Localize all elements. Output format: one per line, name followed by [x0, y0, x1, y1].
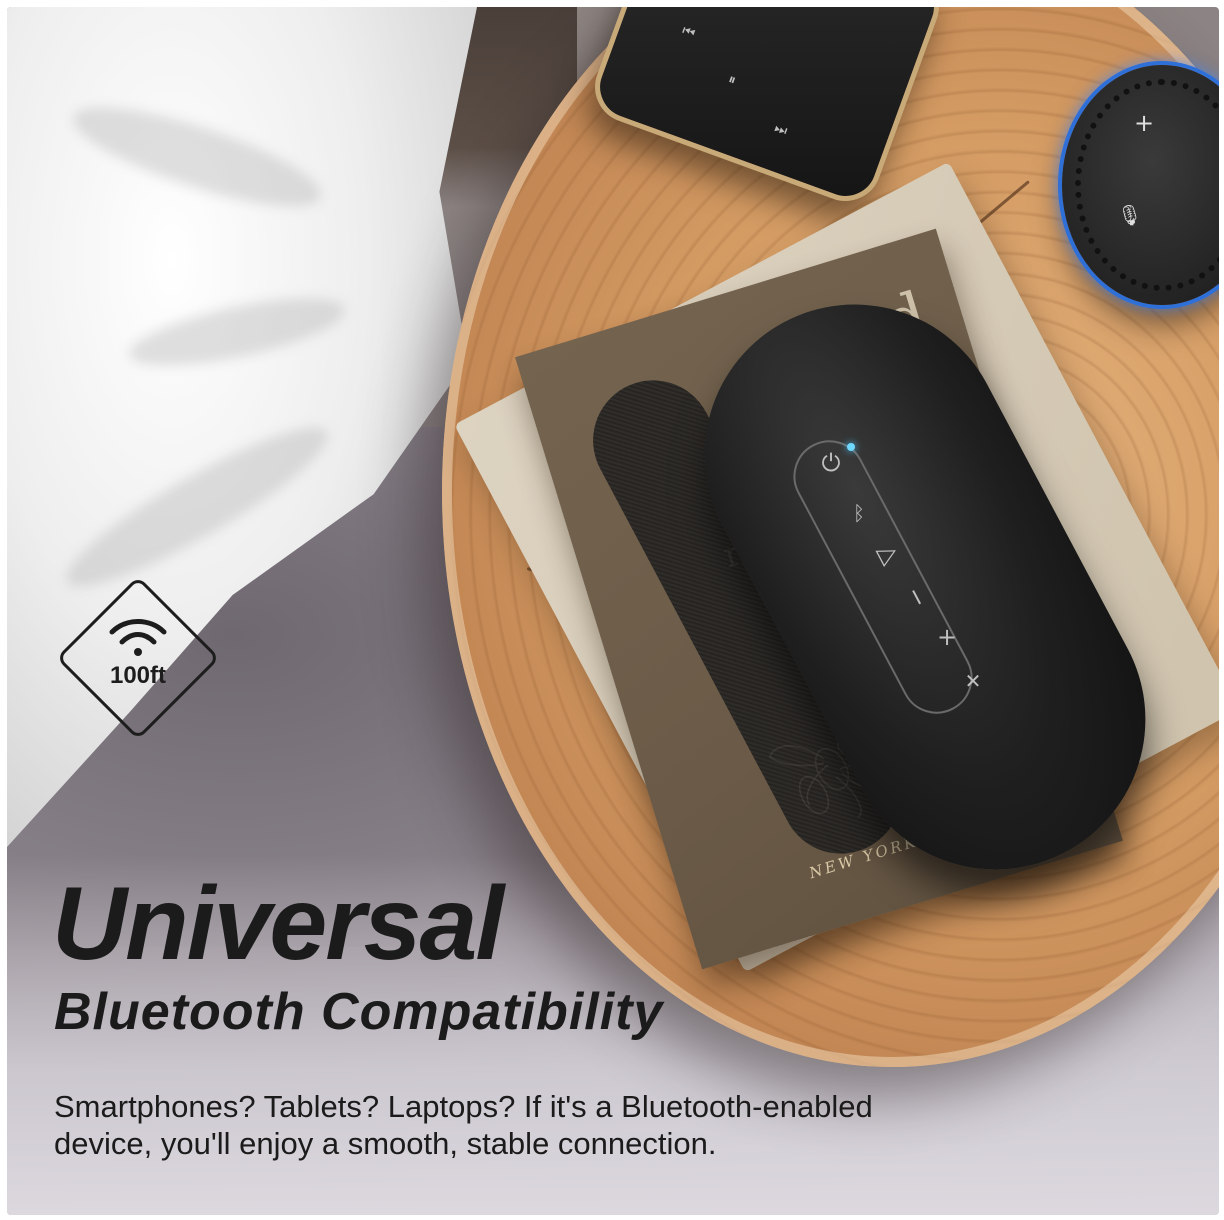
plus-icon: + [1134, 109, 1155, 137]
range-label: 100ft [109, 662, 167, 689]
volume-up-icon: + [936, 623, 958, 651]
phone-next-icon: ⏭ [772, 120, 790, 140]
body-copy: Smartphones? Tablets? Laptops? If it's a… [54, 1088, 1054, 1162]
subheadline: Bluetooth Compatibility [54, 983, 664, 1041]
headline: Universal [52, 866, 504, 982]
range-badge: 100ft [52, 572, 224, 744]
wifi-icon [109, 619, 167, 656]
mic-off-icon: 🎙 [1117, 203, 1143, 227]
power-icon: ⏻ [821, 449, 841, 477]
body-line-2: device, you'll enjoy a smooth, stable co… [54, 1126, 717, 1162]
power-indicator-led [847, 443, 855, 451]
bluetooth-icon: ᛒ [853, 501, 865, 525]
phone-pause-icon: ⏸ [726, 71, 739, 89]
shuffle-icon: ✕ [964, 669, 982, 693]
phone-skip-icon: ⏮ [679, 22, 698, 42]
body-line-1: Smartphones? Tablets? Laptops? If it's a… [54, 1089, 873, 1124]
